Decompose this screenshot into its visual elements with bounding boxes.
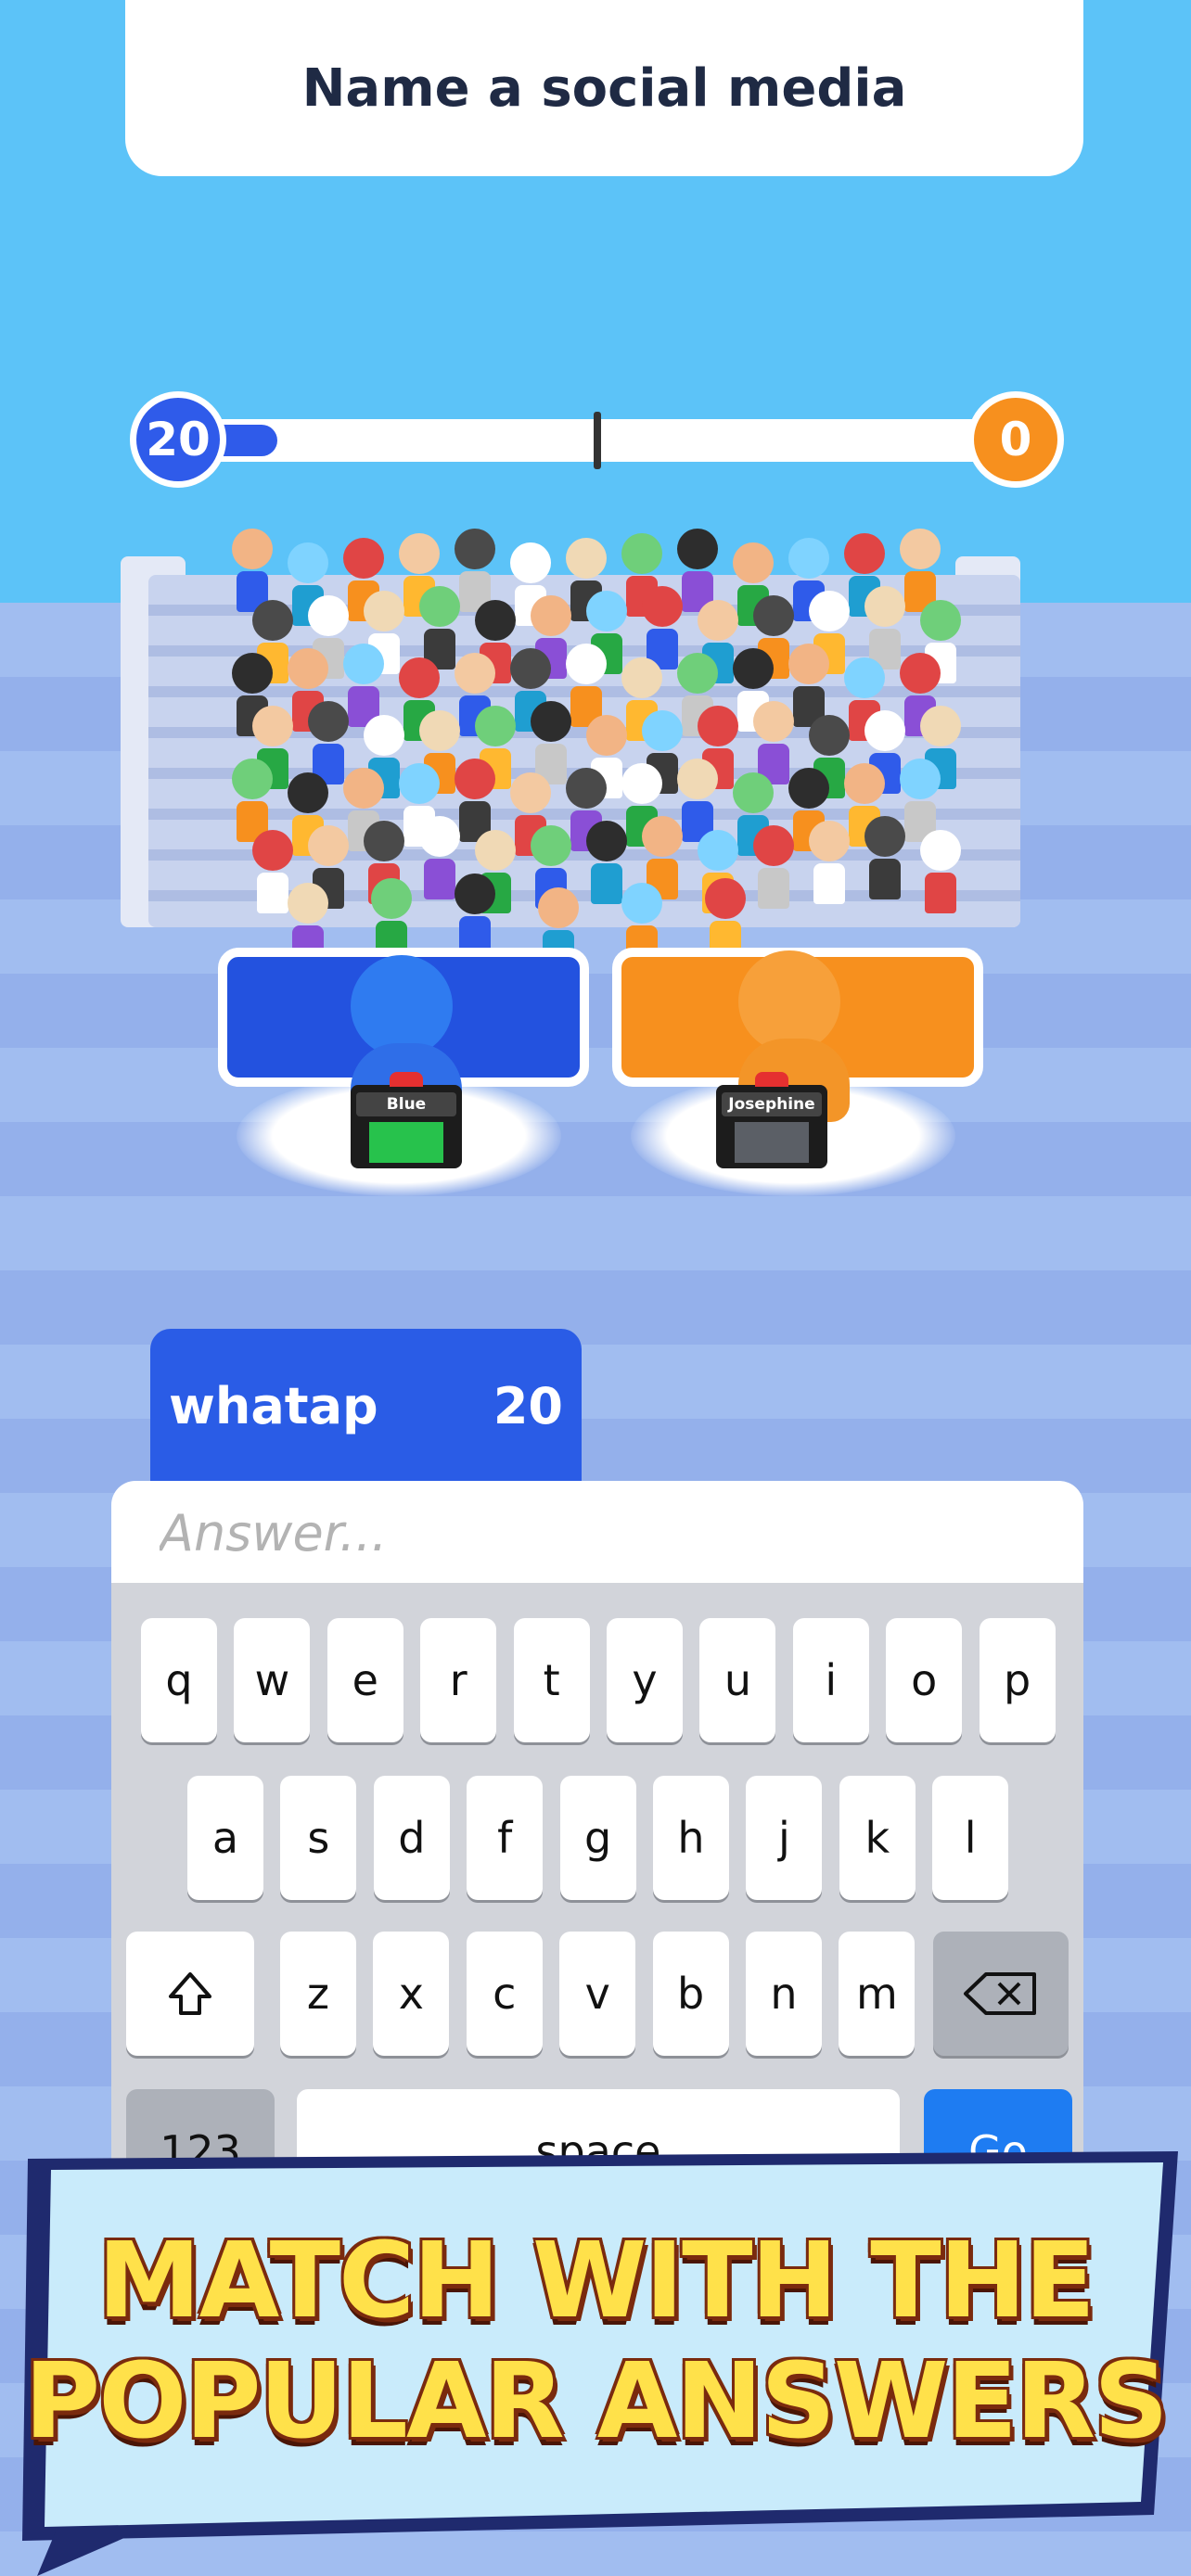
key-k[interactable]: k	[839, 1776, 916, 1900]
answer-word: whatap	[169, 1377, 378, 1435]
key-c[interactable]: c	[466, 1932, 543, 2056]
key-n[interactable]: n	[746, 1932, 822, 2056]
midpoint-marker	[594, 412, 601, 469]
key-r[interactable]: r	[420, 1618, 497, 1742]
key-l[interactable]: l	[932, 1776, 1009, 1900]
audience-member	[864, 816, 905, 899]
key-w[interactable]: w	[234, 1618, 311, 1742]
audience-member	[455, 874, 495, 957]
key-d[interactable]: d	[373, 1776, 450, 1900]
key-j[interactable]: j	[746, 1776, 823, 1900]
question-card: Name a social media	[125, 0, 1083, 176]
key-q[interactable]: q	[141, 1618, 217, 1742]
key-m[interactable]: m	[839, 1932, 916, 2056]
key-y[interactable]: y	[607, 1618, 683, 1742]
key-s[interactable]: s	[280, 1776, 357, 1900]
audience-member	[920, 830, 961, 913]
key-f[interactable]: f	[467, 1776, 544, 1900]
score-progress-bar	[139, 412, 1002, 469]
backspace-key[interactable]	[933, 1932, 1069, 2056]
key-v[interactable]: v	[559, 1932, 636, 2056]
on-screen-keyboard: q w e r t y u i o p a s d f g h j k l z x c v b n m 123 space Go	[111, 1583, 1083, 2176]
shift-key[interactable]	[126, 1932, 254, 2056]
orange-podium: Josephine	[716, 1072, 827, 1168]
key-b[interactable]: b	[652, 1932, 729, 2056]
key-o[interactable]: o	[886, 1618, 963, 1742]
banner-line-2: POPULAR ANSWERS	[24, 2341, 1169, 2462]
key-x[interactable]: x	[373, 1932, 450, 2056]
blue-buzzer	[390, 1072, 423, 1087]
key-e[interactable]: e	[327, 1618, 403, 1742]
backspace-icon	[964, 1972, 1036, 2015]
orange-score-badge: 0	[967, 391, 1064, 488]
shift-arrow-icon	[169, 1972, 211, 2015]
blue-podium-panel	[369, 1122, 443, 1163]
orange-podium-name: Josephine	[722, 1092, 822, 1116]
banner-line-1: MATCH WITH THE	[97, 2221, 1095, 2341]
orange-buzzer	[755, 1072, 788, 1087]
key-a[interactable]: a	[187, 1776, 263, 1900]
audience-crowd	[232, 529, 974, 971]
blue-score-badge: 20	[130, 391, 226, 488]
blue-score-value: 20	[146, 413, 211, 466]
key-z[interactable]: z	[280, 1932, 356, 2056]
key-t[interactable]: t	[513, 1618, 590, 1742]
key-i[interactable]: i	[792, 1618, 869, 1742]
answer-points: 20	[493, 1377, 563, 1435]
blue-podium: Blue	[351, 1072, 462, 1168]
audience-member	[809, 821, 850, 904]
answer-card: whatap 20	[150, 1329, 582, 1482]
key-g[interactable]: g	[559, 1776, 636, 1900]
question-text: Name a social media	[301, 57, 907, 119]
answer-input[interactable]	[158, 1499, 996, 1566]
orange-score-value: 0	[999, 413, 1032, 466]
key-p[interactable]: p	[979, 1618, 1056, 1742]
blue-podium-name: Blue	[356, 1092, 456, 1116]
promo-banner: MATCH WITH THE POPULAR ANSWERS	[0, 2133, 1191, 2576]
answer-input-container	[111, 1481, 1083, 1583]
orange-podium-panel	[735, 1122, 809, 1163]
key-h[interactable]: h	[653, 1776, 729, 1900]
key-u[interactable]: u	[699, 1618, 776, 1742]
audience-member	[753, 825, 794, 909]
